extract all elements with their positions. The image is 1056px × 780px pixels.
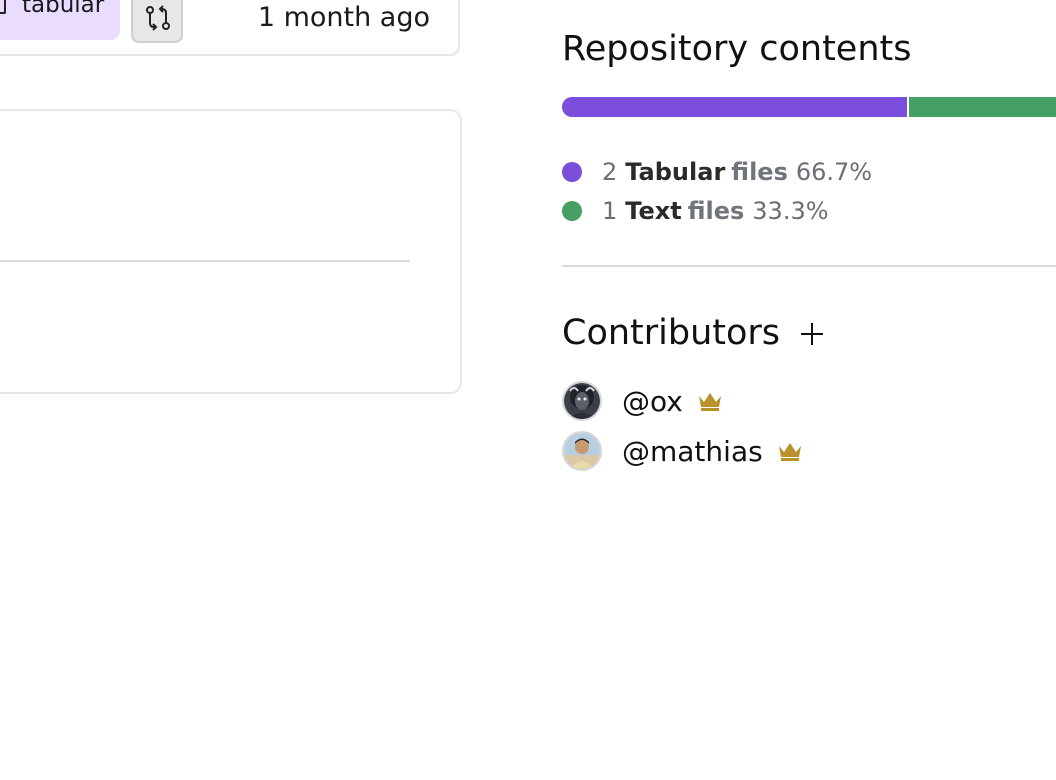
file-count: 2: [602, 158, 618, 186]
add-contributor-icon[interactable]: [796, 318, 828, 350]
crown-icon: [698, 393, 721, 411]
bar-segment-tabular: [562, 97, 909, 117]
file-percent: 33.3%: [752, 197, 829, 225]
files-label: files: [731, 158, 788, 186]
file-percent: 66.7%: [795, 158, 873, 186]
contributor-mathias[interactable]: @mathias: [562, 431, 803, 471]
file-type: Text: [625, 197, 682, 225]
tabular-dot-icon: [562, 162, 582, 182]
section-divider: [562, 265, 1056, 267]
legend-item-tabular[interactable]: 2 Tabular files 66.7%: [562, 157, 872, 187]
contributors-title: Contributors: [562, 313, 781, 353]
crown-icon: [778, 443, 801, 461]
text-dot-icon: [562, 201, 582, 221]
tag-tabular[interactable]: tabular: [0, 0, 120, 40]
legend-item-text[interactable]: 1 Text files 33.3%: [562, 196, 829, 226]
content-card: [0, 109, 462, 394]
avatar[interactable]: [562, 431, 602, 471]
contributor-handle[interactable]: @mathias: [622, 435, 763, 468]
file-count: 1: [602, 197, 618, 225]
file-type: Tabular: [625, 158, 726, 186]
tag-label: tabular: [22, 0, 105, 18]
divider: [0, 260, 410, 262]
pull-request-icon: [146, 5, 170, 31]
contributor-handle[interactable]: @ox: [622, 385, 683, 418]
contributor-ox[interactable]: @ox: [562, 381, 723, 421]
avatar[interactable]: [562, 381, 602, 421]
file-icon: [0, 0, 6, 14]
contents-bar: [562, 97, 1056, 117]
files-label: files: [687, 197, 745, 225]
pull-request-button[interactable]: [131, 0, 183, 43]
bar-segment-text: [908, 97, 1056, 117]
last-updated: 1 month ago: [257, 2, 430, 33]
repository-contents-title: Repository contents: [562, 29, 912, 69]
